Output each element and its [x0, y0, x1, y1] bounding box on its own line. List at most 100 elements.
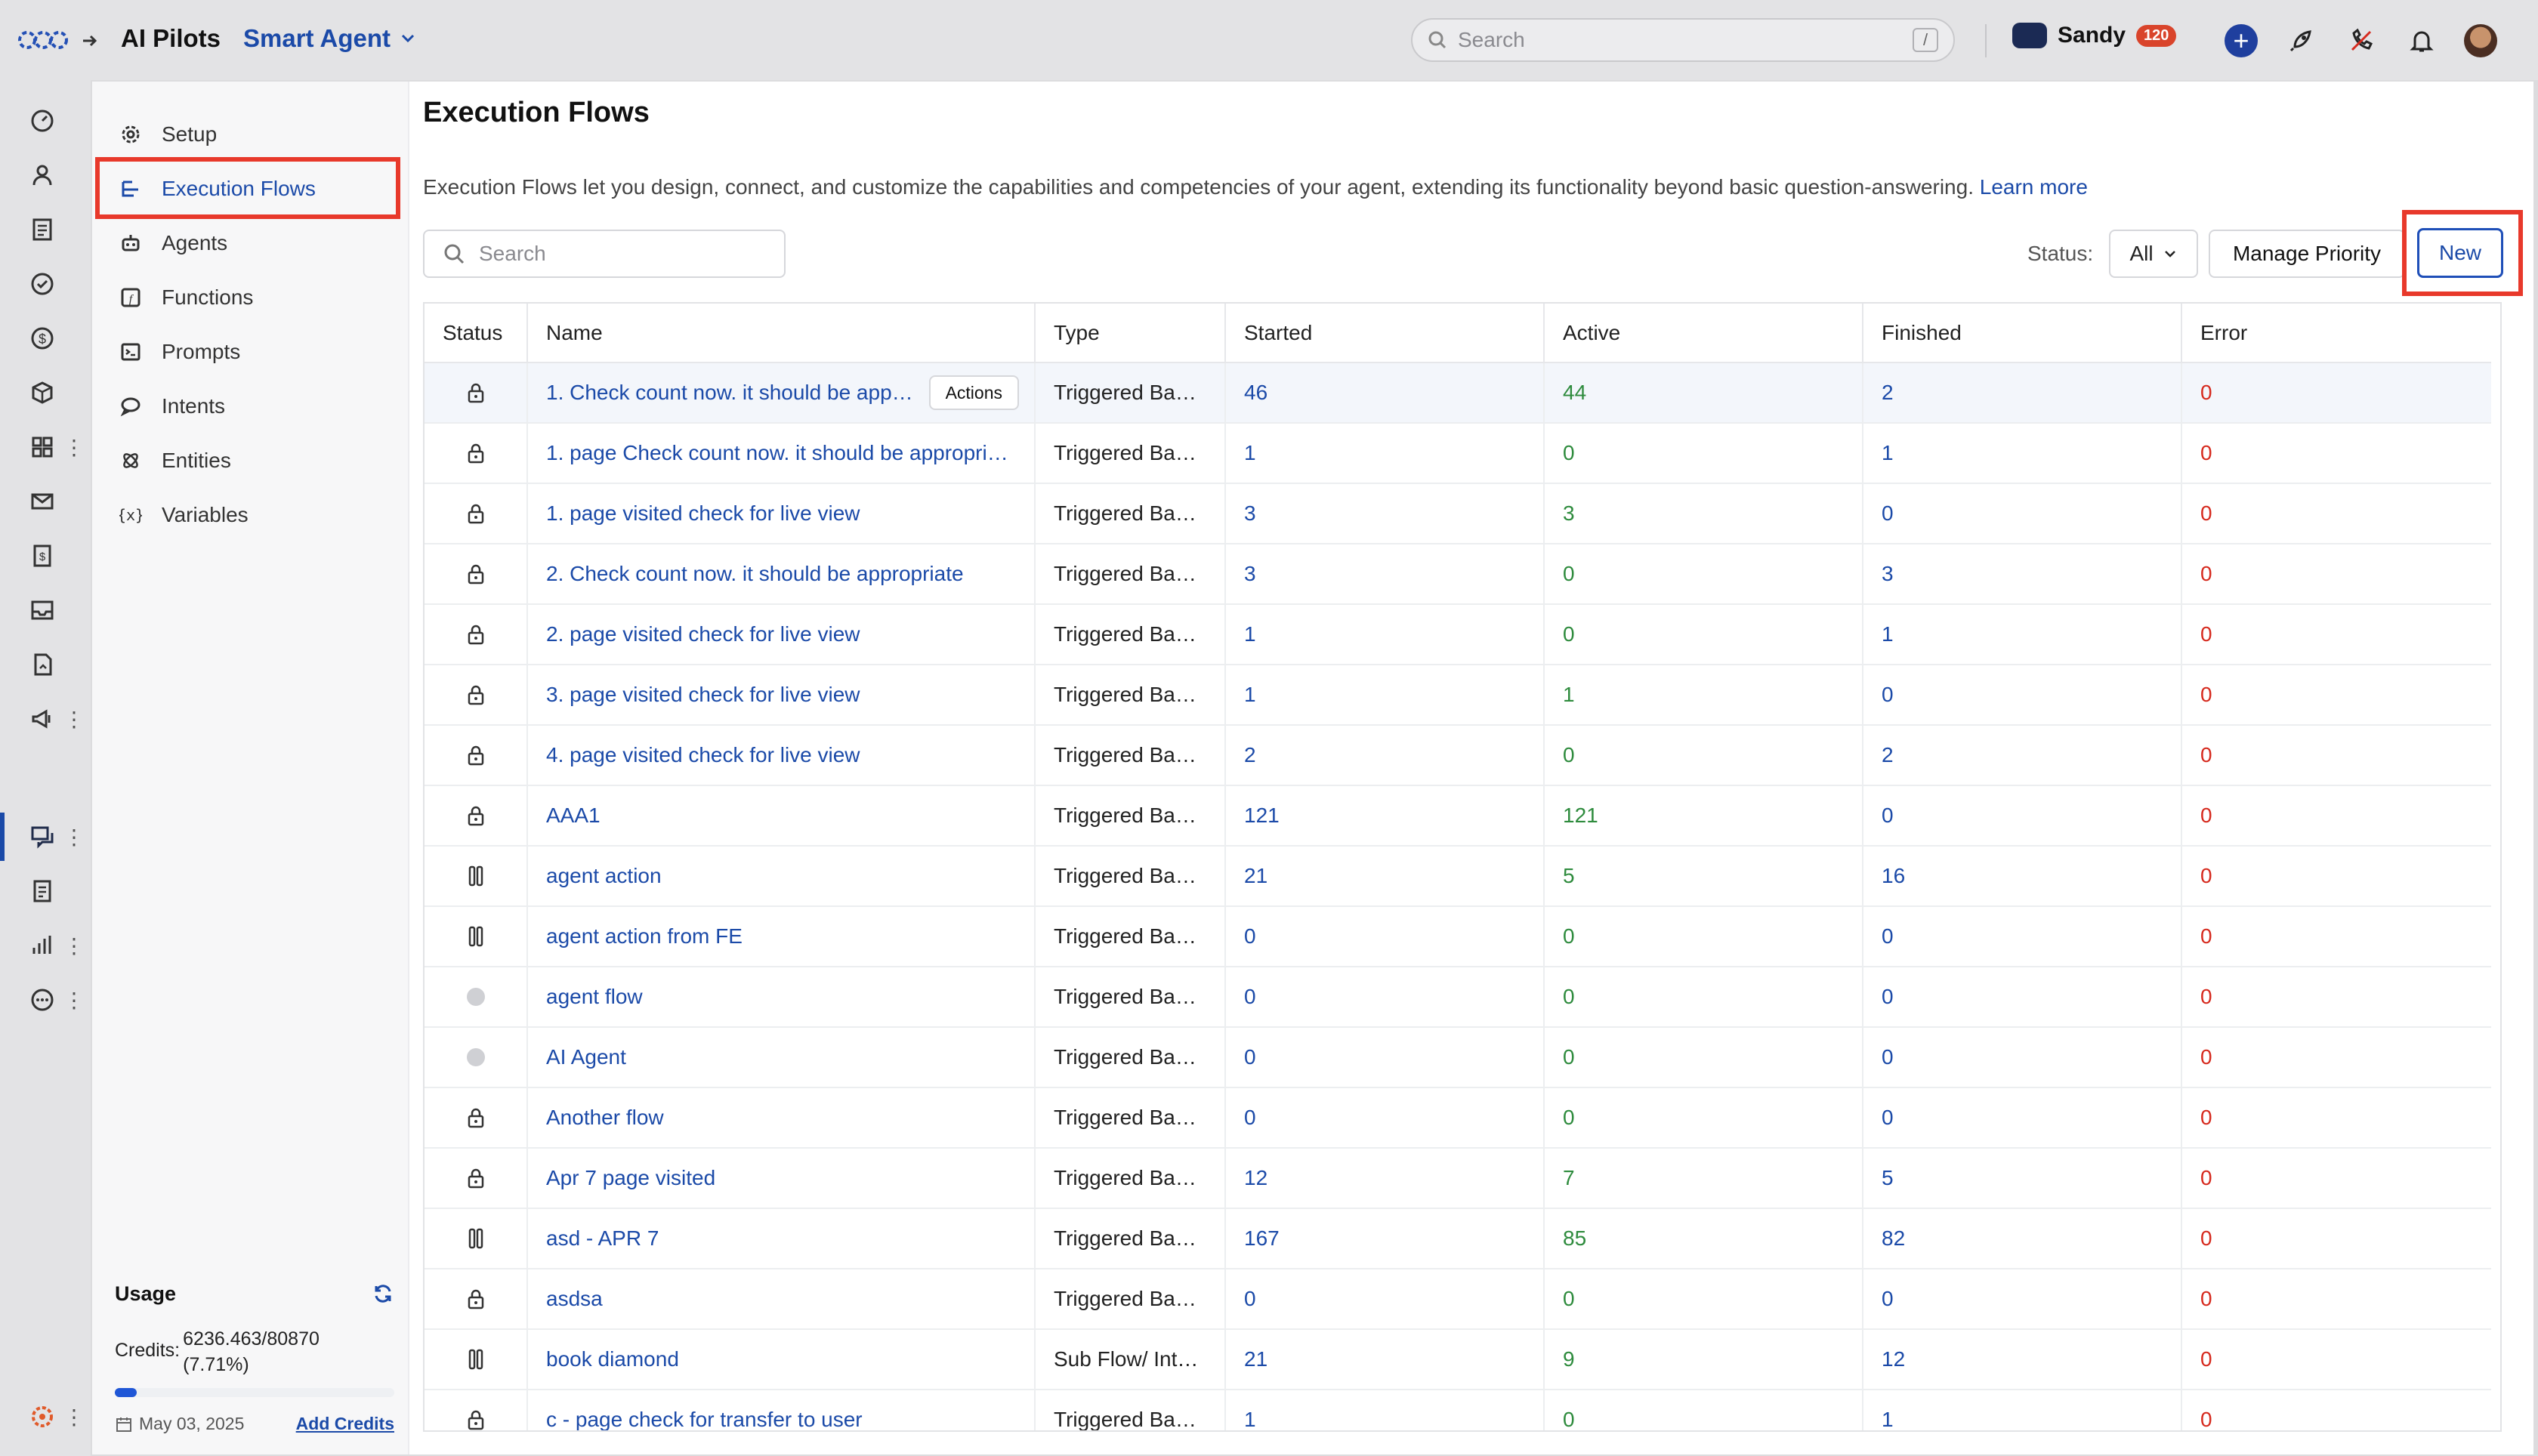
error-count[interactable]: 0 — [2181, 1027, 2491, 1088]
error-count[interactable]: 0 — [2181, 544, 2491, 605]
inbox-icon[interactable] — [26, 594, 59, 627]
analytics-more-icon[interactable]: ⋮ — [63, 929, 85, 962]
tasks-icon[interactable] — [26, 267, 59, 301]
agent-selector[interactable]: Smart Agent — [243, 24, 416, 53]
flow-name-link[interactable]: agent flow — [527, 967, 1036, 1028]
started-count[interactable]: 21 — [1225, 1329, 1545, 1390]
finished-count[interactable]: 5 — [1863, 1148, 2182, 1209]
active-count[interactable]: 1 — [1544, 665, 1863, 726]
notes-icon[interactable] — [26, 213, 59, 246]
flow-search-input[interactable]: Search — [423, 230, 786, 278]
flow-name-link[interactable]: 1. page Check count now. it should be ap… — [527, 423, 1036, 484]
active-count[interactable]: 0 — [1544, 1269, 1863, 1330]
error-count[interactable]: 0 — [2181, 665, 2491, 726]
started-count[interactable]: 0 — [1225, 1269, 1545, 1330]
active-count[interactable]: 9 — [1544, 1329, 1863, 1390]
subnav-item-variables[interactable]: {x} Variables — [119, 492, 249, 538]
table-row[interactable]: c - page check for transfer to user Trigg… — [425, 1390, 2491, 1430]
analytics-icon[interactable] — [26, 929, 59, 962]
subnav-item-functions[interactable]: f Functions — [119, 275, 253, 320]
active-count[interactable]: 0 — [1544, 967, 1863, 1028]
table-row[interactable]: asd - APR 7 Triggered Based 167 85 82 0 — [425, 1208, 2491, 1269]
column-header-type[interactable]: Type — [1035, 304, 1226, 363]
flow-name-link[interactable]: 3. page visited check for live view — [527, 665, 1036, 726]
flow-name-link[interactable]: Another flow — [527, 1087, 1036, 1149]
flow-name-link[interactable]: AI Agent — [527, 1027, 1036, 1088]
learn-more-link[interactable]: Learn more — [1980, 175, 2088, 199]
active-count[interactable]: 85 — [1544, 1208, 1863, 1269]
finished-count[interactable]: 0 — [1863, 1027, 2182, 1088]
table-row[interactable]: 1. page Check count now. it should be ap… — [425, 423, 2491, 484]
table-row[interactable]: Apr 7 page visited Triggered Based 12 7 5 0 — [425, 1148, 2491, 1209]
error-count[interactable]: 0 — [2181, 483, 2491, 544]
error-count[interactable]: 0 — [2181, 1148, 2491, 1209]
active-count[interactable]: 7 — [1544, 1148, 1863, 1209]
error-count[interactable]: 0 — [2181, 1269, 2491, 1330]
active-count[interactable]: 0 — [1544, 1390, 1863, 1430]
started-count[interactable]: 12 — [1225, 1148, 1545, 1209]
error-count[interactable]: 0 — [2181, 906, 2491, 967]
started-count[interactable]: 167 — [1225, 1208, 1545, 1269]
column-header-finished[interactable]: Finished — [1863, 304, 2182, 363]
flow-name-link[interactable]: asdsa — [527, 1269, 1036, 1330]
bell-icon[interactable] — [2405, 24, 2438, 57]
error-count[interactable]: 0 — [2181, 1208, 2491, 1269]
flow-name-link[interactable]: AAA1 — [527, 785, 1036, 847]
started-count[interactable]: 1 — [1225, 665, 1545, 726]
table-row[interactable]: AI Agent Triggered Based 0 0 0 0 — [425, 1027, 2491, 1088]
global-search-input[interactable]: Search / — [1411, 18, 1955, 62]
row-actions-button[interactable]: Actions — [928, 375, 1019, 410]
column-header-name[interactable]: Name — [527, 304, 1036, 363]
column-header-started[interactable]: Started — [1225, 304, 1545, 363]
finished-count[interactable]: 82 — [1863, 1208, 2182, 1269]
finished-count[interactable]: 2 — [1863, 362, 2182, 424]
started-count[interactable]: 0 — [1225, 906, 1545, 967]
finished-count[interactable]: 0 — [1863, 483, 2182, 544]
error-count[interactable]: 0 — [2181, 1087, 2491, 1149]
more-options-more-icon[interactable]: ⋮ — [63, 983, 85, 1016]
started-count[interactable]: 0 — [1225, 1027, 1545, 1088]
flow-name-link[interactable]: c - page check for transfer to user — [527, 1390, 1036, 1430]
conversations-icon[interactable] — [26, 820, 59, 853]
started-count[interactable]: 46 — [1225, 362, 1545, 424]
active-count[interactable]: 0 — [1544, 906, 1863, 967]
started-count[interactable]: 121 — [1225, 785, 1545, 847]
flow-name-link[interactable]: book diamond — [527, 1329, 1036, 1390]
finished-count[interactable]: 16 — [1863, 846, 2182, 907]
active-count[interactable]: 44 — [1544, 362, 1863, 424]
flow-name-link[interactable]: 1. Check count now. it should be appropr… — [527, 362, 1036, 424]
table-row[interactable]: agent action from FE Triggered Based 0 0 0 0 — [425, 906, 2491, 967]
column-header-error[interactable]: Error — [2181, 304, 2491, 363]
started-count[interactable]: 0 — [1225, 1087, 1545, 1149]
flow-name-link[interactable]: 2. page visited check for live view — [527, 604, 1036, 665]
user-chip[interactable]: Sandy 120 — [2012, 23, 2177, 48]
subnav-item-setup[interactable]: Setup — [119, 112, 217, 157]
active-count[interactable]: 0 — [1544, 604, 1863, 665]
error-count[interactable]: 0 — [2181, 846, 2491, 907]
active-count[interactable]: 121 — [1544, 785, 1863, 847]
finished-count[interactable]: 0 — [1863, 906, 2182, 967]
mail-icon[interactable] — [26, 485, 59, 518]
package-icon[interactable] — [26, 376, 59, 409]
table-row[interactable]: 1. page visited check for live view Trigg… — [425, 483, 2491, 544]
flow-name-link[interactable]: 2. Check count now. it should be appropr… — [527, 544, 1036, 605]
contacts-icon[interactable] — [26, 159, 59, 192]
add-icon[interactable]: + — [2225, 24, 2258, 57]
invoice-icon[interactable]: $ — [26, 539, 59, 572]
subnav-item-intents[interactable]: Intents — [119, 384, 225, 429]
started-count[interactable]: 3 — [1225, 483, 1545, 544]
finished-count[interactable]: 3 — [1863, 544, 2182, 605]
error-count[interactable]: 0 — [2181, 1329, 2491, 1390]
table-row[interactable]: 2. page visited check for live view Trigg… — [425, 604, 2491, 665]
started-count[interactable]: 21 — [1225, 846, 1545, 907]
flow-name-link[interactable]: Apr 7 page visited — [527, 1148, 1036, 1209]
subnav-item-agents[interactable]: Agents — [119, 221, 227, 266]
error-count[interactable]: 0 — [2181, 967, 2491, 1028]
new-flow-button[interactable]: New — [2417, 228, 2503, 278]
status-filter-select[interactable]: All — [2109, 230, 2198, 278]
error-count[interactable]: 0 — [2181, 423, 2491, 484]
marketing-more-icon[interactable]: ⋮ — [63, 702, 85, 736]
flow-name-link[interactable]: agent action — [527, 846, 1036, 907]
table-row[interactable]: book diamond Sub Flow/ Intent Flow219120 — [425, 1329, 2491, 1390]
started-count[interactable]: 0 — [1225, 967, 1545, 1028]
